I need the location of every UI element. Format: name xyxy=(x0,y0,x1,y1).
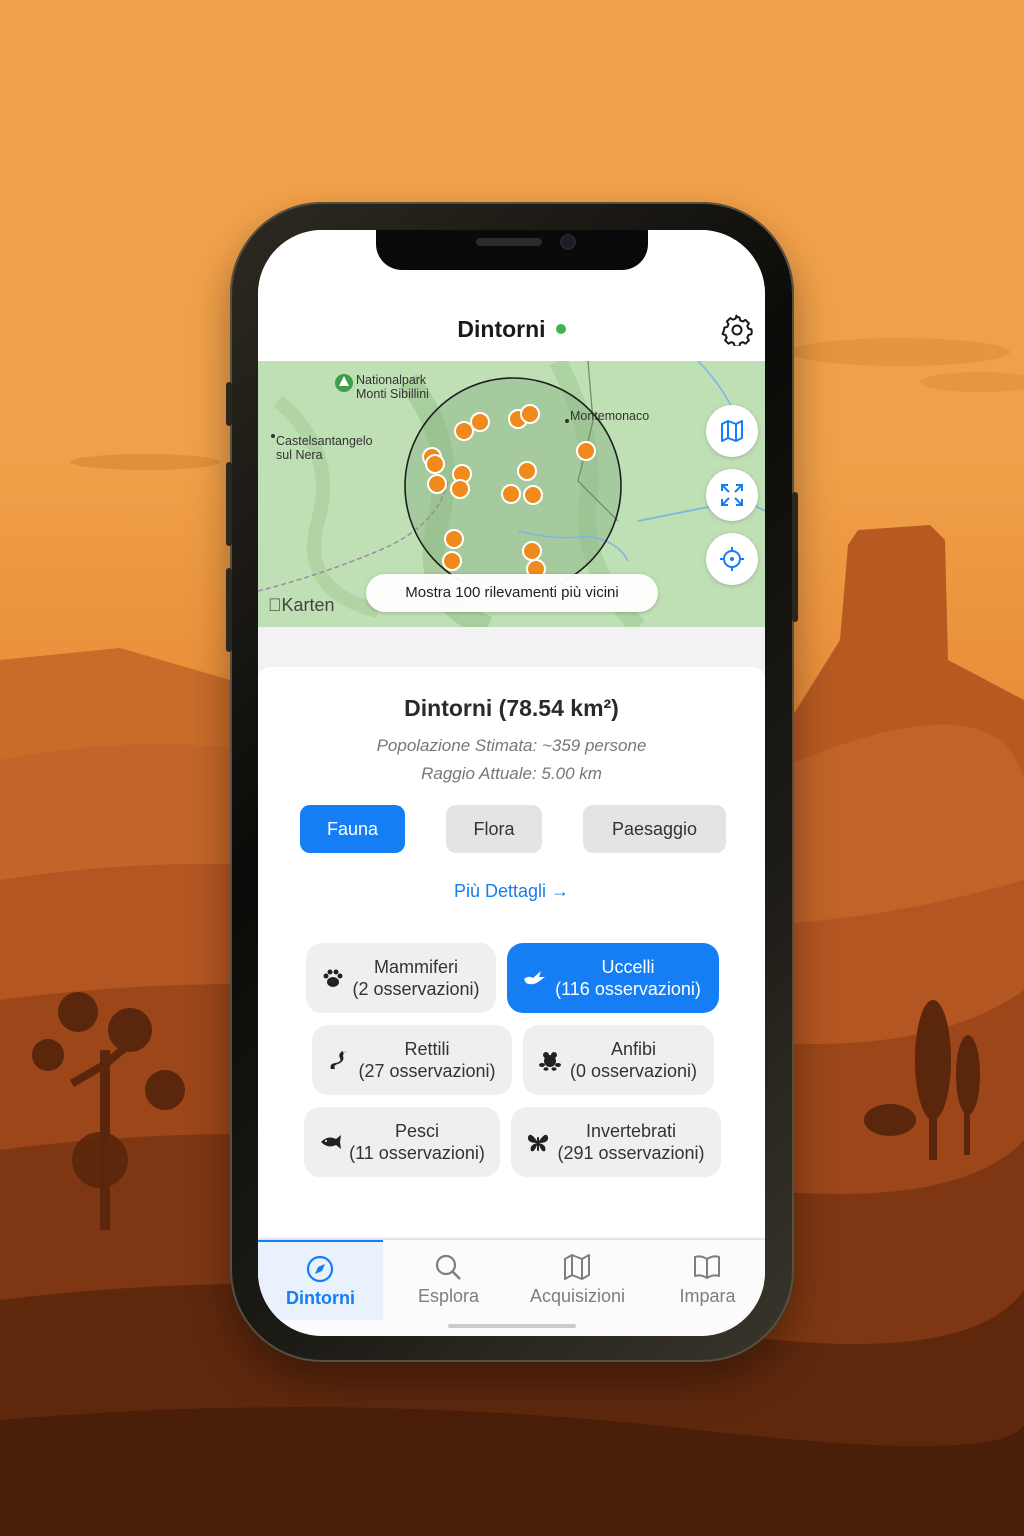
category-label: Mammiferi (2 osservazioni) xyxy=(346,956,486,1000)
map-label-town-text: Castelsantangelo sul Nera xyxy=(276,434,373,462)
search-icon xyxy=(435,1254,461,1280)
map-type-button[interactable] xyxy=(706,405,758,457)
fish-icon xyxy=(321,1135,341,1149)
app-screen: Dintorni Nationalpark Monti Sibillini Ca… xyxy=(258,230,765,1336)
bird-icon xyxy=(524,971,545,985)
more-details-label: Più Dettagli xyxy=(453,881,547,901)
category-label: Uccelli (116 osservazioni) xyxy=(547,956,709,1000)
area-title: Dintorni (78.54 km²) xyxy=(404,695,619,721)
frog-icon xyxy=(539,1052,561,1071)
front-camera xyxy=(562,236,574,248)
compass-icon xyxy=(306,1255,334,1283)
show-nearest-button[interactable]: Mostra 100 rilevamenti più vicini xyxy=(366,574,658,612)
tab-acquisitions[interactable]: Acquisizioni xyxy=(515,1240,640,1318)
category-count: (0 osservazioni) xyxy=(569,1061,698,1081)
category-label: Rettili (27 osservazioni) xyxy=(352,1038,502,1082)
map-view[interactable]: Nationalpark Monti Sibillini Castelsanta… xyxy=(258,361,765,627)
segment-flora[interactable]: Flora xyxy=(446,805,542,853)
status-dot xyxy=(555,323,566,334)
category-name: Uccelli xyxy=(601,957,655,977)
tab-label: Dintorni xyxy=(286,1288,355,1308)
category-birds[interactable]: Uccelli (116 osservazioni) xyxy=(507,943,719,1013)
map-label-town: Castelsantangelo sul Nera xyxy=(276,434,373,462)
phone-button xyxy=(226,382,232,426)
category-count: (27 osservazioni) xyxy=(358,1061,496,1081)
locate-button[interactable] xyxy=(706,533,758,585)
segment-fauna[interactable]: Fauna xyxy=(300,805,405,853)
arrow-right-icon: → xyxy=(551,881,570,901)
radius-text: Raggio Attuale: 5.00 km xyxy=(421,764,602,783)
category-label: Pesci (11 osservazioni) xyxy=(344,1120,490,1164)
tab-label: Esplora xyxy=(417,1286,480,1306)
summary-card: Dintorni (78.54 km²) Popolazione Stimata… xyxy=(258,667,765,1237)
category-count: (2 osservazioni) xyxy=(352,979,480,999)
category-name: Mammiferi xyxy=(374,957,458,977)
home-indicator xyxy=(448,1324,576,1328)
crosshair-icon xyxy=(720,547,744,571)
map-label-park-text: Nationalpark Monti Sibillini xyxy=(356,373,429,401)
category-count: (116 osservazioni) xyxy=(555,979,701,999)
map-icon xyxy=(721,420,743,442)
paw-icon xyxy=(323,969,343,987)
expand-map-button[interactable] xyxy=(706,469,758,521)
phone-notch xyxy=(376,230,648,270)
phone-button xyxy=(792,492,798,622)
category-count: (291 osservazioni) xyxy=(557,1143,705,1163)
tab-label: Impara xyxy=(679,1286,736,1306)
category-mammals[interactable]: Mammiferi (2 osservazioni) xyxy=(306,943,496,1013)
speaker-grille xyxy=(476,238,542,246)
phone-button xyxy=(226,462,232,546)
page-title: Dintorni xyxy=(258,316,765,343)
snake-icon xyxy=(330,1051,346,1069)
category-name: Invertebrati xyxy=(585,1121,677,1141)
category-reptiles[interactable]: Rettili (27 osservazioni) xyxy=(312,1025,512,1095)
category-name: Pesci xyxy=(394,1121,439,1141)
category-invertebrates[interactable]: Invertebrati (291 osservazioni) xyxy=(511,1107,721,1177)
map-label-park: Nationalpark Monti Sibillini xyxy=(356,373,429,401)
category-label: Invertebrati (291 osservazioni) xyxy=(551,1120,711,1164)
map-label-town: Montemonaco xyxy=(570,409,649,423)
map-attribution-text: Karten xyxy=(268,595,335,615)
tab-explore[interactable]: Esplora xyxy=(386,1240,511,1318)
map-attribution[interactable]: Karten xyxy=(268,595,335,616)
book-icon xyxy=(694,1255,720,1279)
category-amphibians[interactable]: Anfibi (0 osservazioni) xyxy=(523,1025,714,1095)
promo-background: Dintorni Nationalpark Monti Sibillini Ca… xyxy=(0,0,1024,1536)
tab-nearby[interactable]: Dintorni xyxy=(258,1240,383,1320)
expand-icon xyxy=(721,484,743,506)
category-name: Anfibi xyxy=(610,1039,657,1059)
map-icon xyxy=(564,1254,590,1280)
category-fish[interactable]: Pesci (11 osservazioni) xyxy=(304,1107,500,1177)
map-label-town-text: Montemonaco xyxy=(570,409,650,423)
phone-button xyxy=(226,568,232,652)
tab-label: Acquisizioni xyxy=(529,1286,626,1306)
more-details-link[interactable]: Più Dettagli → xyxy=(258,881,765,902)
butterfly-icon xyxy=(527,1134,549,1152)
gear-icon[interactable] xyxy=(721,314,753,346)
tab-bar: Dintorni Esplora Acquisizioni Impara xyxy=(258,1239,765,1336)
population-text: Popolazione Stimata: ~359 persone xyxy=(376,736,647,755)
segment-landscape[interactable]: Paesaggio xyxy=(583,805,726,853)
category-count: (11 osservazioni) xyxy=(349,1143,485,1163)
page-title-text: Dintorni xyxy=(457,316,546,342)
category-label: Anfibi (0 osservazioni) xyxy=(563,1038,704,1082)
category-name: Rettili xyxy=(404,1039,450,1059)
tab-learn[interactable]: Impara xyxy=(645,1240,765,1318)
